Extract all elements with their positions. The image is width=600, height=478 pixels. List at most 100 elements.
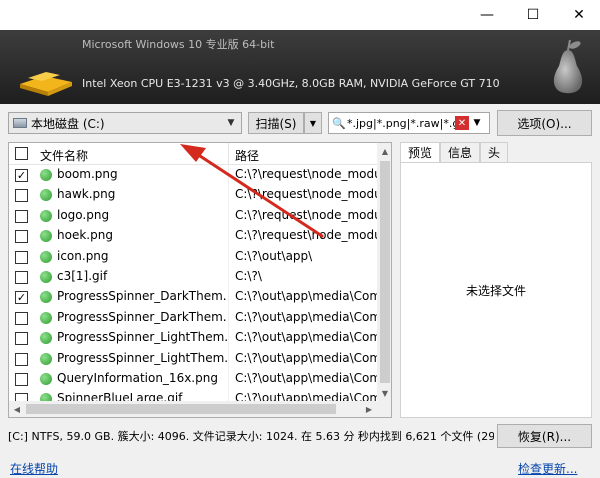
horizontal-scroll-thumb[interactable] — [26, 404, 336, 414]
file-row[interactable]: hawk.png C:\?\request\node_modu — [9, 185, 377, 206]
column-divider — [228, 348, 229, 369]
file-name: hoek.png — [57, 228, 113, 243]
file-path: C:\?\request\node_modu — [235, 207, 377, 222]
file-row[interactable]: QueryInformation_16x.png C:\?\out\app\med… — [9, 368, 377, 390]
system-info-banner: Microsoft Windows 10 专业版 64-bit Intel Xe… — [0, 30, 600, 104]
file-path: C:\?\out\app\media\Com — [235, 309, 377, 324]
file-row[interactable]: ProgressSpinner_LightThem... C:\?\out\app… — [9, 328, 377, 349]
check-updates-link[interactable]: 检查更新... — [518, 460, 577, 477]
file-path: C:\?\out\app\media\Com — [235, 289, 377, 304]
row-checkbox[interactable]: ✓ — [15, 291, 28, 305]
minimize-button[interactable]: — — [464, 0, 510, 30]
row-checkbox[interactable] — [15, 352, 28, 366]
row-checkbox[interactable] — [15, 311, 28, 325]
row-checkbox[interactable] — [15, 230, 28, 244]
file-path: C:\?\out\app\media\Com — [235, 350, 377, 365]
vertical-scrollbar[interactable]: ▲ ▼ — [377, 143, 391, 401]
drive-select[interactable]: 本地磁盘 (C:) ▼ — [8, 112, 242, 134]
pear-logo-icon — [553, 39, 583, 94]
file-row[interactable]: icon.png C:\?\out\app\ — [9, 246, 377, 267]
filter-dropdown-icon[interactable]: ▼ — [469, 118, 485, 128]
file-path: C:\?\out\app\media\Com — [235, 330, 377, 345]
vertical-scroll-thumb[interactable] — [380, 161, 390, 383]
os-info-text: Microsoft Windows 10 专业版 64-bit — [82, 38, 275, 51]
column-divider — [228, 185, 229, 206]
file-name: ProgressSpinner_DarkThem... — [57, 309, 227, 324]
file-name: QueryInformation_16x.png — [57, 370, 218, 385]
recover-button[interactable]: 恢复(R)... — [497, 424, 592, 448]
file-name: boom.png — [57, 167, 118, 181]
online-help-link[interactable]: 在线帮助 — [10, 460, 58, 477]
file-row[interactable]: c3[1].gif C:\?\ — [9, 266, 377, 288]
file-path: C:\?\request\node_modu — [235, 228, 377, 243]
row-checkbox[interactable] — [15, 372, 28, 386]
file-row[interactable]: ✓ ProgressSpinner_DarkThem... C:\?\out\app… — [9, 287, 377, 308]
tab-preview[interactable]: 预览 — [400, 142, 441, 162]
file-filter-input[interactable]: 🔍 *.jpg|*.png|*.raw|*.gi ✕ ▼ — [328, 112, 490, 134]
column-divider — [228, 368, 229, 390]
file-list: 文件名称 路径 ✓ boom.png C:\?\request\node_modu h… — [8, 142, 392, 418]
scroll-down-icon[interactable]: ▼ — [377, 385, 391, 401]
scroll-up-icon[interactable]: ▲ — [377, 143, 391, 159]
row-checkbox[interactable]: ✓ — [15, 169, 28, 182]
column-divider — [228, 266, 229, 288]
title-bar: — ☐ ✕ — [0, 0, 600, 30]
recoverable-status-icon — [40, 270, 52, 283]
column-divider — [228, 246, 229, 267]
recoverable-status-icon — [40, 169, 52, 181]
file-name: logo.png — [57, 207, 110, 222]
preview-content: 未选择文件 — [400, 162, 592, 418]
file-name: ProgressSpinner_LightThem... — [57, 330, 227, 345]
column-divider — [228, 287, 229, 308]
file-name: hawk.png — [57, 187, 116, 202]
file-path: C:\?\request\node_modu — [235, 167, 377, 181]
drive-select-value: 本地磁盘 (C:) — [31, 116, 105, 131]
file-filter-value[interactable]: *.jpg|*.png|*.raw|*.gi — [347, 117, 455, 130]
tab-info[interactable]: 信息 — [440, 142, 481, 162]
chevron-down-icon[interactable]: ▼ — [223, 115, 239, 131]
maximize-button[interactable]: ☐ — [510, 0, 556, 30]
scroll-left-icon[interactable]: ◀ — [9, 401, 25, 417]
file-name: c3[1].gif — [57, 268, 108, 283]
scan-dropdown-button[interactable]: ▼ — [304, 112, 322, 134]
file-path: C:\?\out\app\ — [235, 248, 313, 263]
file-row[interactable]: ProgressSpinner_DarkThem... C:\?\out\app\… — [9, 307, 377, 329]
hard-drive-icon — [13, 118, 27, 128]
status-text: [C:] NTFS, 59.0 GB. 簇大小: 4096. 文件记录大小: 1… — [8, 430, 494, 443]
recoverable-status-icon — [40, 291, 52, 304]
column-header-path[interactable]: 路径 — [235, 147, 259, 164]
tab-header[interactable]: 头 — [480, 142, 509, 162]
file-list-header: 文件名称 路径 — [9, 143, 377, 165]
column-divider[interactable] — [228, 143, 229, 165]
close-button[interactable]: ✕ — [556, 0, 600, 30]
horizontal-scrollbar[interactable]: ◀ ▶ — [9, 401, 377, 417]
clear-filter-icon[interactable]: ✕ — [455, 116, 469, 130]
row-checkbox[interactable] — [15, 250, 28, 264]
file-row[interactable]: ProgressSpinner_LightThem... C:\?\out\app… — [9, 348, 377, 369]
options-button[interactable]: 选项(O)... — [497, 110, 592, 136]
recoverable-status-icon — [40, 230, 52, 243]
row-checkbox[interactable] — [15, 270, 28, 284]
column-divider — [228, 328, 229, 349]
file-path: C:\?\request\node_modu — [235, 187, 377, 202]
no-file-selected-text: 未选择文件 — [465, 283, 526, 298]
row-checkbox[interactable] — [15, 209, 28, 223]
row-checkbox[interactable] — [15, 189, 28, 203]
file-path: C:\?\ — [235, 268, 262, 283]
hardware-info-text: Intel Xeon CPU E3-1231 v3 @ 3.40GHz, 8.0… — [82, 77, 500, 90]
file-row[interactable]: ✓ boom.png C:\?\request\node_modu — [9, 165, 377, 186]
column-header-name[interactable]: 文件名称 — [40, 147, 88, 164]
preview-pane: 预览 信息 头 未选择文件 — [400, 142, 592, 418]
scan-button[interactable]: 扫描(S) — [248, 112, 304, 134]
file-row[interactable]: hoek.png C:\?\request\node_modu — [9, 226, 377, 247]
row-checkbox[interactable] — [15, 332, 28, 346]
select-all-checkbox[interactable] — [15, 147, 28, 160]
file-row[interactable]: logo.png C:\?\request\node_modu — [9, 205, 377, 227]
file-path: C:\?\out\app\media\Com — [235, 370, 377, 385]
preview-tabs: 预览 信息 头 — [400, 142, 509, 162]
file-name: icon.png — [57, 248, 109, 263]
column-divider — [228, 307, 229, 329]
search-icon: 🔍 — [332, 116, 346, 130]
scroll-right-icon[interactable]: ▶ — [361, 401, 377, 417]
recoverable-status-icon — [40, 209, 52, 222]
